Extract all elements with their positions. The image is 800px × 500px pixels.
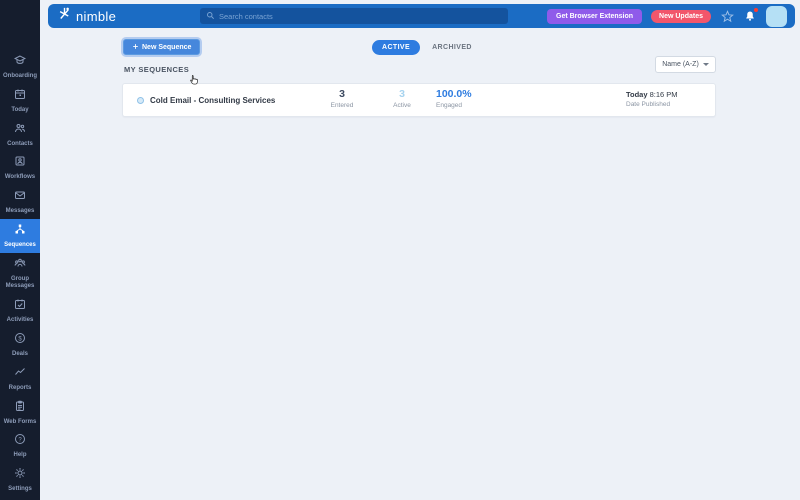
- sidebar-item-deals[interactable]: $ Deals: [0, 328, 40, 362]
- sequence-row[interactable]: Cold Email - Consulting Services 3 Enter…: [122, 83, 716, 117]
- board-person-icon: [14, 154, 26, 172]
- entered-stat: 3 Entered: [319, 88, 365, 109]
- engaged-value: 100.0%: [436, 88, 472, 100]
- sidebar-item-label: Group Messages: [5, 275, 35, 290]
- search-bar[interactable]: [200, 8, 508, 24]
- dollar-circle-icon: $: [14, 331, 26, 349]
- active-value: 3: [399, 88, 405, 100]
- plus-icon: [132, 43, 139, 52]
- sidebar-item-label: Contacts: [7, 140, 33, 147]
- notifications-bell-icon[interactable]: [743, 8, 758, 23]
- sidebar-item-web-forms[interactable]: Web Forms: [0, 396, 40, 430]
- sidebar-item-activities[interactable]: Activities: [0, 294, 40, 328]
- graduation-cap-icon: [13, 53, 27, 71]
- date-day: Today: [626, 90, 648, 99]
- active-label: Active: [393, 102, 411, 109]
- nimble-logo-mark-icon: [57, 6, 72, 26]
- org-chart-icon: [14, 222, 26, 240]
- new-sequence-label: New Sequence: [142, 43, 192, 51]
- main-content: New Sequence ACTIVE ARCHIVED MY SEQUENCE…: [40, 32, 800, 500]
- sidebar-item-label: Messages: [5, 208, 35, 215]
- svg-text:$: $: [18, 336, 22, 342]
- search-icon: [206, 7, 215, 25]
- new-updates-badge[interactable]: New Updates: [651, 9, 711, 23]
- entered-label: Entered: [330, 102, 354, 109]
- sidebar-item-group-messages[interactable]: Group Messages: [0, 253, 40, 295]
- sidebar-item-label: Workflows: [4, 174, 36, 181]
- envelope-icon: [14, 188, 26, 206]
- sidebar-item-today[interactable]: Today: [0, 84, 40, 118]
- sidebar-item-label: Activities: [6, 317, 34, 324]
- gear-icon: [14, 466, 26, 484]
- get-browser-extension-button[interactable]: Get Browser Extension: [547, 8, 643, 24]
- user-avatar[interactable]: [766, 5, 787, 27]
- sidebar-item-label: Onboarding: [3, 73, 37, 79]
- sort-dropdown[interactable]: Name (A-Z): [655, 56, 716, 73]
- star-icon[interactable]: [720, 9, 734, 23]
- svg-text:?: ?: [18, 438, 22, 444]
- sidebar-item-contacts[interactable]: Contacts: [0, 118, 40, 152]
- sequence-status-dot: [137, 97, 144, 104]
- question-circle-icon: ?: [14, 432, 26, 450]
- date-published-column: Today 8:16 PM Date Published: [626, 90, 678, 108]
- top-header-bar: nimble Get Browser Extension New Updates: [48, 4, 795, 28]
- sidebar-item-messages[interactable]: Messages: [0, 185, 40, 219]
- line-chart-icon: [14, 365, 26, 383]
- sidebar-item-label: Today: [11, 106, 29, 113]
- calendar-check-icon: [14, 297, 26, 315]
- sidebar-item-settings[interactable]: Settings: [0, 463, 40, 500]
- sidebar: Onboarding Today Contacts Workflows Mess…: [0, 0, 40, 500]
- sort-dropdown-label: Name (A-Z): [662, 61, 699, 68]
- notification-dot: [754, 8, 758, 12]
- logo-text: nimble: [76, 8, 117, 24]
- active-stat: 3 Active: [379, 88, 425, 109]
- sidebar-item-onboarding[interactable]: Onboarding: [0, 50, 40, 84]
- entered-value: 3: [339, 88, 345, 100]
- nimble-logo[interactable]: nimble: [57, 6, 116, 26]
- people-icon: [14, 121, 26, 139]
- new-sequence-button[interactable]: New Sequence: [123, 39, 201, 55]
- date-time: 8:16 PM: [649, 90, 678, 99]
- sidebar-item-label: Help: [13, 452, 27, 459]
- sidebar-item-label: Web Forms: [3, 418, 37, 425]
- calendar-icon: [14, 87, 26, 105]
- engaged-label: Engaged: [436, 102, 463, 109]
- tab-archived[interactable]: ARCHIVED: [432, 44, 472, 51]
- sidebar-item-workflows[interactable]: Workflows: [0, 151, 40, 185]
- chevron-down-icon: [702, 63, 709, 66]
- sidebar-item-reports[interactable]: Reports: [0, 362, 40, 396]
- clipboard-icon: [14, 399, 26, 417]
- search-input[interactable]: [219, 11, 502, 21]
- date-published-label: Date Published: [626, 101, 671, 108]
- tab-active[interactable]: ACTIVE: [372, 40, 421, 55]
- engaged-stat: 100.0% Engaged: [436, 88, 482, 109]
- sidebar-item-label: Settings: [8, 486, 32, 493]
- sidebar-item-label: Reports: [8, 384, 32, 391]
- sidebar-item-sequences[interactable]: Sequences: [0, 218, 40, 253]
- sidebar-item-label: Deals: [11, 351, 28, 358]
- my-sequences-heading: MY SEQUENCES: [124, 65, 190, 74]
- sequence-tabs: ACTIVE ARCHIVED: [372, 40, 472, 55]
- sidebar-item-label: Sequences: [4, 241, 36, 248]
- sequence-title[interactable]: Cold Email - Consulting Services: [150, 96, 275, 105]
- sidebar-item-help[interactable]: ? Help: [0, 429, 40, 463]
- group-icon: [14, 256, 26, 274]
